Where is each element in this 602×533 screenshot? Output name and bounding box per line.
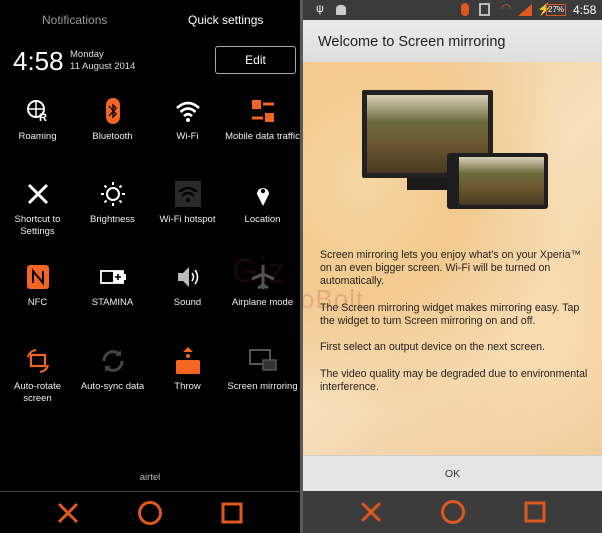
ok-button[interactable]: OK [303, 455, 602, 492]
tile-label: NFC [27, 297, 48, 308]
svg-text:R: R [39, 112, 47, 124]
globe-roaming-icon: R [26, 100, 47, 124]
signal-icon [518, 4, 532, 16]
message-paragraph: Screen mirroring lets you enjoy what's o… [320, 249, 582, 287]
tile-bluetooth[interactable]: Bluetooth [75, 97, 150, 143]
tile-label: Screen mirroring [227, 381, 298, 392]
tile-label: Throw [174, 381, 201, 392]
throw-icon [175, 347, 200, 374]
tile-label: Bluetooth [92, 131, 133, 142]
bluetooth-status-icon [461, 3, 469, 16]
wifi-icon [175, 101, 200, 122]
quick-settings-panel: Notifications Quick settings 4:58 Monday… [0, 0, 300, 533]
dialog-title: Welcome to Screen mirroring [303, 20, 602, 62]
tile-label: Auto-rotate screen [14, 381, 61, 404]
recent-apps-icon[interactable] [221, 502, 243, 524]
close-icon[interactable] [360, 501, 382, 523]
tile-wi-fi[interactable]: Wi-Fi [150, 97, 225, 143]
bluetooth-icon [105, 98, 120, 124]
sync-icon [102, 350, 123, 372]
dialog-content: oBolt Screen mirroring lets you enjoy wh… [300, 62, 602, 455]
tile-label: Location [244, 214, 281, 225]
tab-notifications[interactable]: Notifications [42, 13, 107, 27]
tile-label: Shortcut to Settings [14, 214, 61, 237]
date-label: 11 August 2014 [70, 61, 136, 72]
speaker-icon [177, 267, 198, 287]
tile-auto-sync-data[interactable]: Auto-sync data [75, 347, 150, 393]
auto-rotate-icon [26, 349, 49, 373]
message-paragraph: First select an output device on the nex… [320, 341, 545, 353]
tile-shortcut-to-settings[interactable]: Shortcut to Settings [0, 180, 75, 237]
message-paragraph: The Screen mirroring widget makes mirror… [320, 301, 580, 327]
usb-icon: ψ [316, 3, 324, 15]
battery-level: 27% [546, 4, 567, 16]
android-icon [336, 5, 346, 15]
tile-nfc[interactable]: NFC [0, 263, 75, 309]
recent-apps-icon[interactable] [524, 501, 546, 523]
tile-label: STAMINA [91, 297, 134, 308]
brightness-icon [100, 182, 125, 206]
location-pin-icon [256, 188, 269, 206]
edit-button[interactable]: Edit [215, 46, 296, 74]
tile-label: Auto-sync data [80, 381, 145, 392]
close-icon[interactable] [57, 502, 79, 524]
tile-stamina[interactable]: STAMINA [75, 263, 150, 309]
home-icon[interactable] [137, 500, 163, 526]
tile-label: Brightness [90, 214, 135, 225]
tile-mobile-data-traffic[interactable]: Mobile data traffic [225, 97, 300, 143]
tile-label: Airplane mode [231, 297, 294, 308]
tile-label: Wi-Fi hotspot [159, 214, 216, 225]
navigation-bar [303, 491, 602, 533]
wifi-hotspot-icon [174, 181, 201, 207]
carrier-label: airtel [139, 472, 161, 483]
day-label: Monday [70, 49, 104, 60]
tile-label: Roaming [18, 131, 57, 142]
dialog-message: Screen mirroring lets you enjoy what's o… [320, 249, 595, 407]
screen-mirroring-dialog: ψ ◠ ⚡ 27% 4:58 Welcome to Screen mirrori… [300, 0, 602, 533]
screen-mirroring-icon [248, 349, 277, 371]
tile-brightness[interactable]: Brightness [75, 180, 150, 226]
nfc-icon [26, 265, 49, 289]
tab-quick-settings[interactable]: Quick settings [188, 13, 263, 27]
battery-stamina-icon [99, 270, 126, 284]
tile-label: Mobile data traffic [225, 131, 300, 142]
phone-image [447, 153, 548, 209]
tile-auto-rotate-screen[interactable]: Auto-rotate screen [0, 347, 75, 404]
message-paragraph: The video quality may be degraded due to… [320, 367, 588, 393]
tile-roaming[interactable]: R Roaming [0, 97, 75, 143]
watermark-logo: Giz [232, 252, 286, 290]
clock: 4:58 [13, 46, 64, 76]
tile-label: Sound [173, 297, 202, 308]
tile-wi-fi-hotspot[interactable]: Wi-Fi hotspot [150, 180, 225, 226]
status-bar: ψ ◠ ⚡ 27% 4:58 [303, 0, 602, 20]
tile-location[interactable]: Location [225, 180, 300, 226]
nfc-status-icon [479, 3, 490, 16]
tile-label: Wi-Fi [176, 131, 199, 142]
tools-icon [27, 183, 48, 205]
wifi-status-icon: ◠ [501, 1, 512, 15]
home-icon[interactable] [440, 499, 466, 525]
navigation-bar [0, 491, 300, 533]
mobile-data-icon [251, 100, 274, 122]
tile-screen-mirroring[interactable]: Screen mirroring [225, 347, 300, 393]
tile-sound[interactable]: Sound [150, 263, 225, 309]
tile-throw[interactable]: Throw [150, 347, 225, 393]
status-time: 4:58 [573, 3, 597, 17]
